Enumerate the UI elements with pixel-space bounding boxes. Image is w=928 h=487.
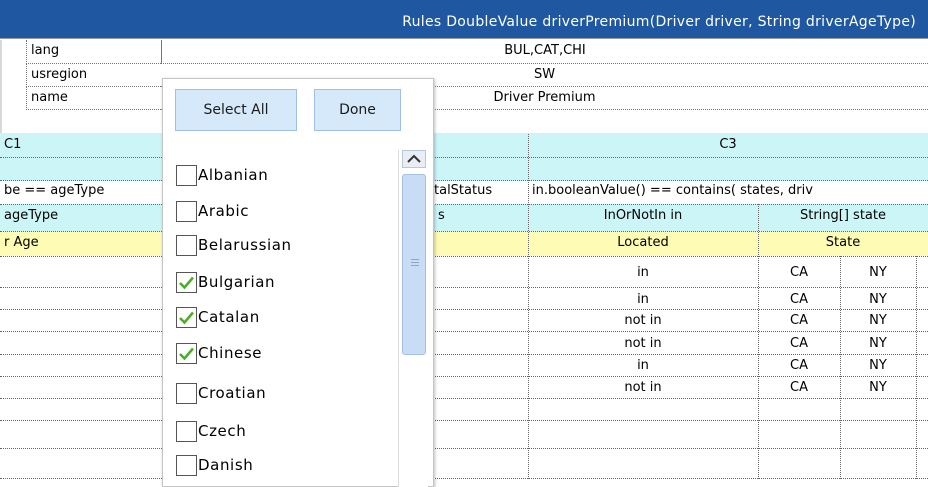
- checkbox[interactable]: [176, 165, 197, 186]
- cell-state-2[interactable]: NY: [840, 377, 916, 398]
- grid-line: [0, 256, 928, 257]
- table-signature: Rules DoubleValue driverPremium(Driver d…: [402, 14, 916, 30]
- checkbox[interactable]: [176, 343, 197, 364]
- row-divider: [0, 420, 928, 421]
- popup-scrollbar[interactable]: [398, 150, 428, 487]
- condition-param-c1[interactable]: ageType: [0, 205, 160, 230]
- option-label: Croatian: [198, 384, 267, 402]
- cell-state-2[interactable]: NY: [840, 310, 916, 331]
- option-label: Belarussian: [198, 236, 292, 254]
- cell-in[interactable]: not in: [528, 310, 758, 331]
- cell-in[interactable]: in: [528, 355, 758, 376]
- grid-line: [0, 157, 928, 158]
- cell-state-1[interactable]: CA: [758, 355, 840, 376]
- cell-state-1[interactable]: CA: [758, 333, 840, 354]
- table-header-bar: Rules DoubleValue driverPremium(Driver d…: [0, 0, 928, 38]
- condition-expr-c1[interactable]: be == ageType: [0, 180, 160, 204]
- grip-line: [411, 262, 419, 263]
- grid-line: [0, 204, 928, 205]
- cell-state-2[interactable]: NY: [840, 262, 916, 284]
- chevron-up-icon: [407, 154, 421, 163]
- cell-state-2[interactable]: NY: [840, 355, 916, 376]
- cell-in[interactable]: in: [528, 262, 758, 284]
- checkbox[interactable]: [176, 455, 197, 476]
- option-label: Chinese: [198, 344, 263, 362]
- property-name-lang[interactable]: lang: [26, 40, 161, 64]
- property-value-lang[interactable]: BUL,CAT,CHI: [161, 40, 928, 64]
- check-icon: [179, 347, 194, 361]
- cell-in[interactable]: not in: [528, 377, 758, 398]
- grid-line: [0, 231, 928, 232]
- select-all-button[interactable]: Select All: [175, 89, 297, 131]
- checkbox[interactable]: [176, 383, 197, 404]
- scroll-thumb[interactable]: [402, 174, 426, 355]
- cell-state-1[interactable]: CA: [758, 289, 840, 309]
- cell-state-1[interactable]: CA: [758, 377, 840, 398]
- scroll-up-button[interactable]: [402, 150, 426, 168]
- row-divider: [0, 331, 928, 332]
- check-icon: [179, 311, 194, 325]
- condition-expr-c2[interactable]: talStatus: [430, 180, 528, 204]
- condition-param-c2[interactable]: s: [434, 205, 528, 230]
- divider: [0, 38, 928, 39]
- checkbox[interactable]: [176, 421, 197, 442]
- grip-line: [411, 265, 419, 266]
- checkbox[interactable]: [176, 201, 197, 222]
- row-divider: [0, 448, 928, 449]
- condition-title-c3-located[interactable]: Located: [528, 232, 758, 255]
- cell-in[interactable]: in: [528, 289, 758, 309]
- condition-id-c1[interactable]: C1: [0, 134, 160, 157]
- cell-state-2[interactable]: NY: [840, 289, 916, 309]
- option-label: Czech: [198, 422, 247, 440]
- grid-line: [916, 256, 917, 479]
- cell-state-1[interactable]: CA: [758, 310, 840, 331]
- option-label: Danish: [198, 456, 254, 474]
- option-label: Catalan: [198, 308, 260, 326]
- option-label: Bulgarian: [198, 273, 276, 291]
- property-name-name[interactable]: name: [26, 87, 161, 110]
- row-divider: [0, 398, 928, 399]
- grip-line: [411, 259, 419, 260]
- option-label: Arabic: [198, 202, 250, 220]
- option-label: Albanian: [198, 166, 269, 184]
- cell-in[interactable]: not in: [528, 333, 758, 354]
- condition-expr-c3[interactable]: in.booleanValue() == contains( states, d…: [528, 180, 928, 204]
- condition-param-c3-in[interactable]: InOrNotIn in: [528, 205, 758, 230]
- row-divider: [0, 478, 928, 479]
- condition-title-c1[interactable]: r Age: [0, 232, 160, 255]
- cell-state-1[interactable]: CA: [758, 262, 840, 284]
- condition-title-c3-state[interactable]: State: [758, 232, 928, 255]
- cell-state-2[interactable]: NY: [840, 333, 916, 354]
- language-select-popup: Select All Done Albanian Arabic Belaruss…: [162, 78, 434, 487]
- check-icon: [179, 276, 194, 290]
- checkbox[interactable]: [176, 272, 197, 293]
- left-edge: [0, 40, 2, 140]
- grid-line: [0, 180, 928, 181]
- row-divider: [0, 287, 928, 288]
- condition-param-c3-states[interactable]: String[] state: [758, 205, 928, 230]
- condition-id-c3[interactable]: C3: [528, 134, 928, 157]
- property-name-usregion[interactable]: usregion: [26, 64, 161, 87]
- done-button[interactable]: Done: [314, 89, 401, 131]
- checkbox[interactable]: [176, 235, 197, 256]
- checkbox[interactable]: [176, 307, 197, 328]
